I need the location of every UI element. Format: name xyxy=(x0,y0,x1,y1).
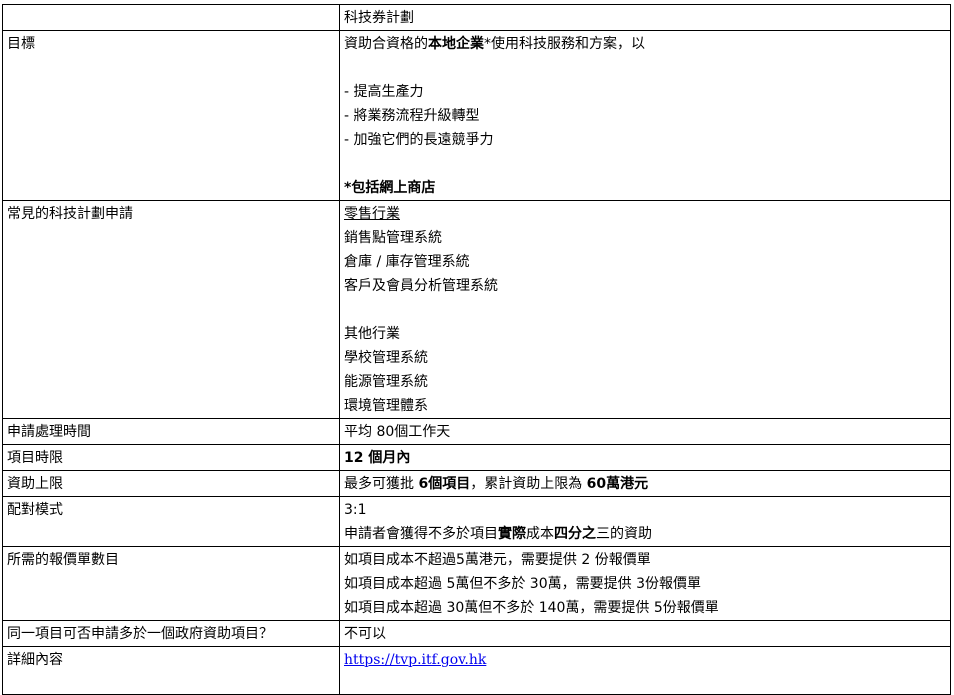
header-row: 科技券計劃 xyxy=(2,4,951,31)
goal-item: - 提高生產力 xyxy=(344,84,424,100)
processing-row: 申請處理時間 平均 80個工作天 xyxy=(2,418,951,445)
retail-title: 零售行業 xyxy=(344,206,400,222)
common-apps-label: 常見的科技計劃申請 xyxy=(2,200,340,419)
retail-item: 銷售點管理系統 xyxy=(344,230,442,246)
goal-note: *包括網上商店 xyxy=(344,180,436,196)
header-label-cell xyxy=(2,4,340,31)
quotes-row: 所需的報價單數目 如項目成本不超過5萬港元，需要提供 2 份報價單 如項目成本超… xyxy=(2,546,951,621)
cap-row: 資助上限 最多可獲批 6個項目，累計資助上限為 60萬港元 xyxy=(2,470,951,497)
quotes-value: 如項目成本不超過5萬港元，需要提供 2 份報價單 如項目成本超過 5萬但不多於 … xyxy=(339,546,951,621)
retail-item: 客戶及會員分析管理系統 xyxy=(344,278,498,294)
other-item: 環境管理體系 xyxy=(344,398,428,414)
quote-item: 如項目成本超過 30萬但不多於 140萬，需要提供 5份報價單 xyxy=(344,600,719,616)
other-item: 學校管理系統 xyxy=(344,350,428,366)
details-value: https://tvp.itf.gov.hk xyxy=(339,646,951,695)
goal-label: 目標 xyxy=(2,30,340,201)
cap-value: 最多可獲批 6個項目，累計資助上限為 60萬港元 xyxy=(339,470,951,497)
multiple-funding-row: 同一項目可否申請多於一個政府資助項目？ 不可以 xyxy=(2,620,951,647)
goal-row: 目標 資助合資格的本地企業*使用科技服務和方案，以 - 提高生產力 - 將業務流… xyxy=(2,30,951,201)
common-apps-row: 常見的科技計劃申請 零售行業 銷售點管理系統 倉庫 / 庫存管理系統 客戶及會員… xyxy=(2,200,951,419)
processing-label: 申請處理時間 xyxy=(2,418,340,445)
quote-item: 如項目成本超過 5萬但不多於 30萬，需要提供 3份報價單 xyxy=(344,576,701,592)
duration-row: 項目時限 12 個月內 xyxy=(2,444,951,471)
matching-value: 3:1 申請者會獲得不多於項目實際成本四分之三的資助 xyxy=(339,496,951,547)
matching-desc: 申請者會獲得不多於項目實際成本四分之三的資助 xyxy=(344,526,652,542)
matching-label: 配對模式 xyxy=(2,496,340,547)
details-row: 詳細內容 https://tvp.itf.gov.hk xyxy=(2,646,951,695)
duration-label: 項目時限 xyxy=(2,444,340,471)
goal-item: - 加強它們的長遠競爭力 xyxy=(344,132,494,148)
multiple-funding-label: 同一項目可否申請多於一個政府資助項目？ xyxy=(2,620,340,647)
common-apps-value: 零售行業 銷售點管理系統 倉庫 / 庫存管理系統 客戶及會員分析管理系統 其他行… xyxy=(339,200,951,419)
goal-intro: 資助合資格的本地企業*使用科技服務和方案，以 xyxy=(344,36,645,52)
quote-item: 如項目成本不超過5萬港元，需要提供 2 份報價單 xyxy=(344,552,651,568)
matching-row: 配對模式 3:1 申請者會獲得不多於項目實際成本四分之三的資助 xyxy=(2,496,951,547)
matching-ratio: 3:1 xyxy=(344,502,367,518)
tvp-info-table: 科技券計劃 目標 資助合資格的本地企業*使用科技服務和方案，以 - 提高生產力 … xyxy=(2,4,951,695)
details-label: 詳細內容 xyxy=(2,646,340,695)
quotes-label: 所需的報價單數目 xyxy=(2,546,340,621)
goal-value: 資助合資格的本地企業*使用科技服務和方案，以 - 提高生產力 - 將業務流程升級… xyxy=(339,30,951,201)
other-item: 能源管理系統 xyxy=(344,374,428,390)
other-title: 其他行業 xyxy=(344,326,400,342)
retail-item: 倉庫 / 庫存管理系統 xyxy=(344,254,470,270)
scheme-title: 科技券計劃 xyxy=(339,4,951,31)
cap-label: 資助上限 xyxy=(2,470,340,497)
multiple-funding-value: 不可以 xyxy=(339,620,951,647)
duration-value: 12 個月內 xyxy=(339,444,951,471)
details-link[interactable]: https://tvp.itf.gov.hk xyxy=(344,652,486,668)
processing-value: 平均 80個工作天 xyxy=(339,418,951,445)
goal-item: - 將業務流程升級轉型 xyxy=(344,108,480,124)
